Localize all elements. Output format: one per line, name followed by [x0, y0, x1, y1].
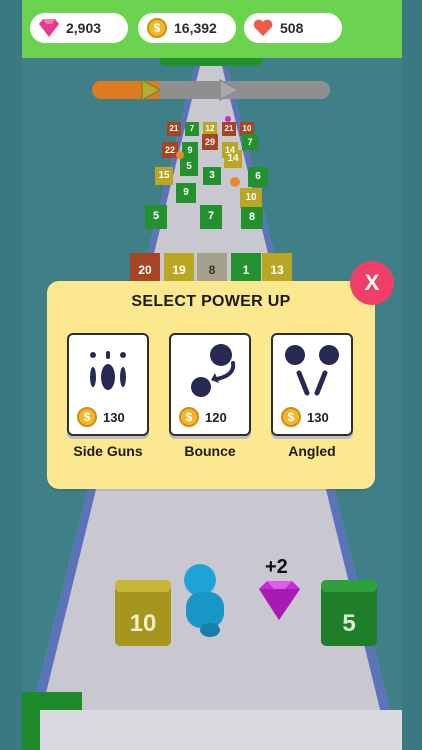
- power-up-label: Bounce: [184, 443, 236, 459]
- near-block-right: [321, 580, 377, 646]
- price-value: 130: [103, 409, 125, 425]
- gems-value: 2,903: [66, 20, 102, 36]
- power-up-label: Angled: [288, 443, 336, 459]
- top-hud: 2,903 $ 16,392 508: [22, 0, 402, 58]
- coin-icon: $: [179, 407, 199, 427]
- price-value: 130: [307, 409, 329, 425]
- level-progress-bar: [92, 79, 330, 101]
- price-tag: $ 120: [179, 407, 227, 427]
- gem-icon: [38, 17, 60, 39]
- bounce-icon: [191, 344, 236, 397]
- progress-arrow-2: [219, 79, 240, 101]
- coins-counter: $ 16,392: [138, 13, 236, 43]
- power-up-popup: SELECT POWER UP $ 130 Side Guns $ 120 Bo…: [47, 281, 375, 489]
- coins-value: 16,392: [174, 20, 217, 36]
- coin-icon: $: [146, 17, 168, 39]
- price-tag: $ 130: [77, 407, 125, 427]
- gems-counter: 2,903: [30, 13, 128, 43]
- gem-bonus-label: +2: [265, 556, 288, 578]
- power-up-card-angled[interactable]: $ 130: [271, 333, 353, 436]
- near-block-left: [115, 580, 171, 646]
- hud-tab: [160, 58, 262, 66]
- coin-icon: $: [77, 407, 97, 427]
- angled-icon: [285, 345, 339, 396]
- lives-counter: 508: [244, 13, 342, 43]
- heart-icon: [252, 17, 274, 39]
- power-up-label: Side Guns: [73, 443, 143, 459]
- lives-value: 508: [280, 20, 304, 36]
- front-row-blocks: [130, 253, 292, 283]
- close-button[interactable]: X: [350, 261, 394, 305]
- price-value: 120: [205, 409, 227, 425]
- power-up-card-bounce[interactable]: $ 120: [169, 333, 251, 436]
- popup-title: SELECT POWER UP: [131, 293, 291, 310]
- power-up-card-side-guns[interactable]: $ 130: [67, 333, 149, 436]
- progress-arrow-1: [141, 79, 162, 101]
- coin-icon: $: [281, 407, 301, 427]
- side-guns-icon: [90, 351, 126, 390]
- close-icon: X: [364, 270, 380, 295]
- price-tag: $ 130: [281, 407, 329, 427]
